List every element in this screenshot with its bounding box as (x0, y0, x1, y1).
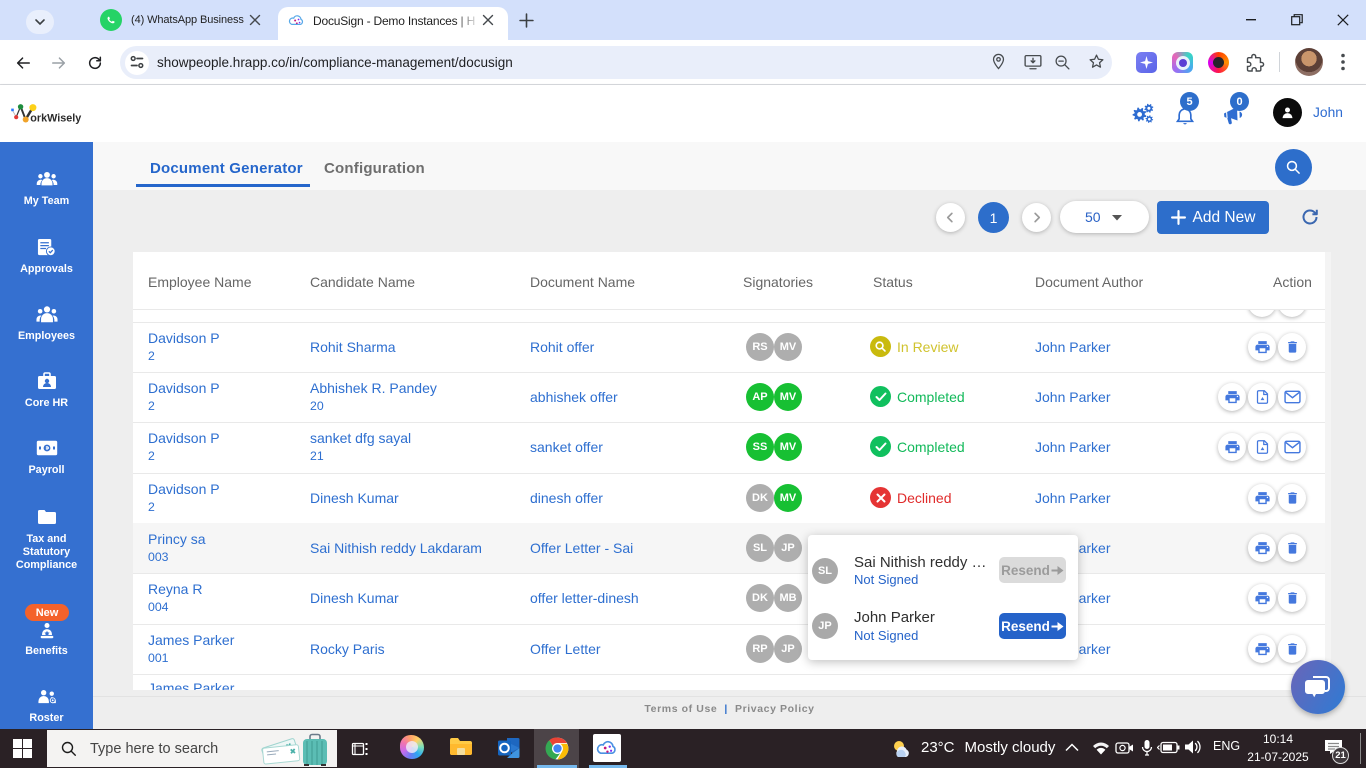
svg-text:orkWisely: orkWisely (30, 113, 81, 125)
